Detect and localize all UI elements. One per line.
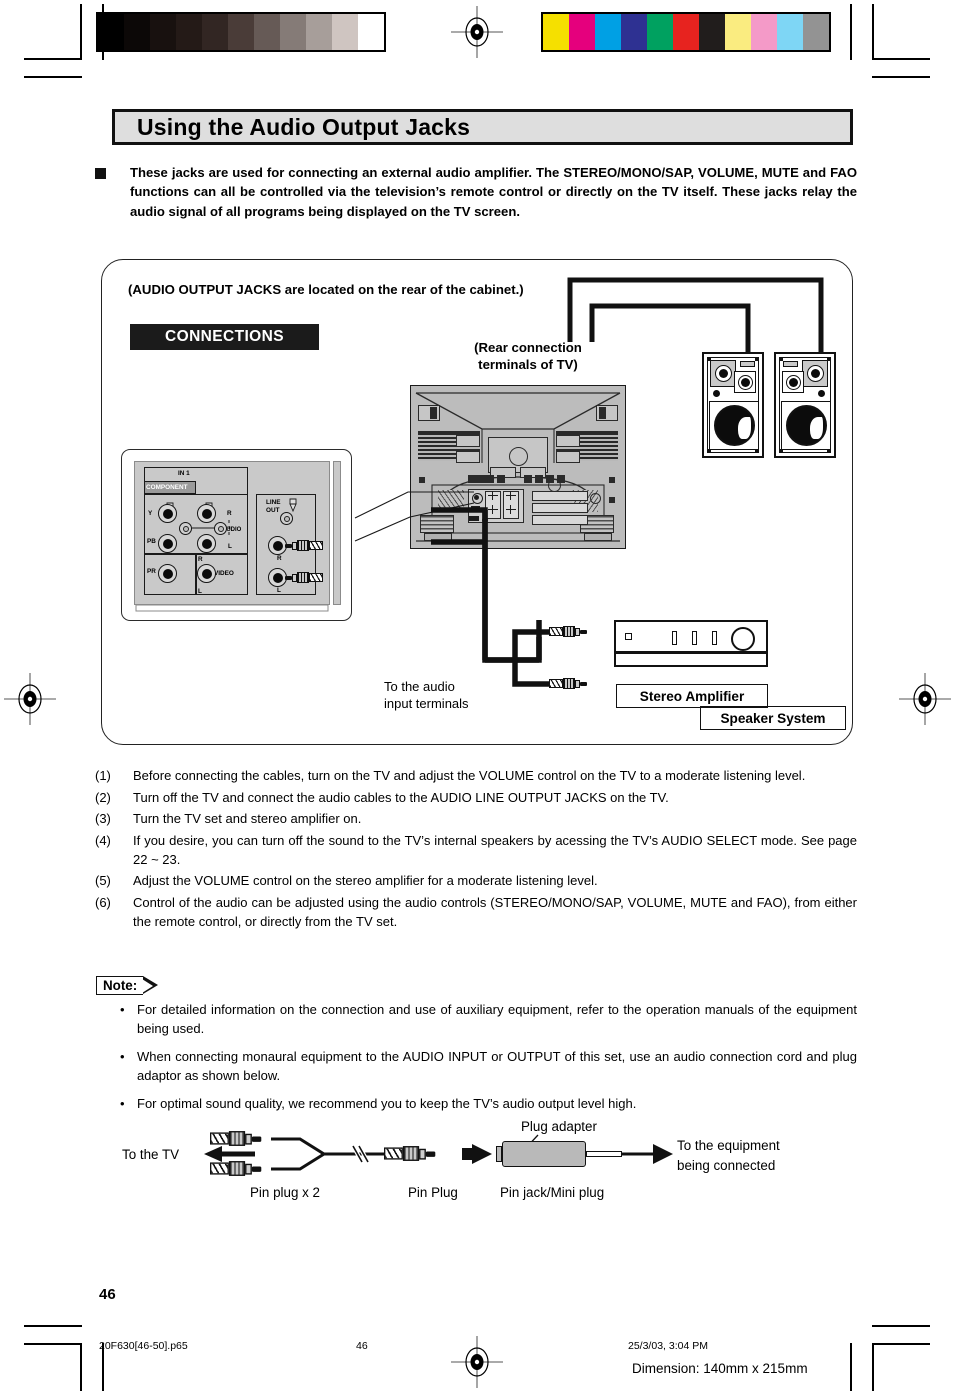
plug-amp-top: [549, 626, 587, 637]
stereo-amplifier-illustration: [614, 620, 768, 667]
speaker-left: [702, 352, 764, 458]
speaker-system-illustration: [702, 352, 842, 462]
plug-amp-bottom: [549, 678, 587, 689]
speaker-right: [774, 352, 836, 458]
connections-figure-box: (AUDIO OUTPUT JACKS are located on the r…: [101, 259, 853, 745]
amplifier-volume-knob: [731, 627, 755, 651]
cable-and-leader-lines: [354, 277, 824, 687]
